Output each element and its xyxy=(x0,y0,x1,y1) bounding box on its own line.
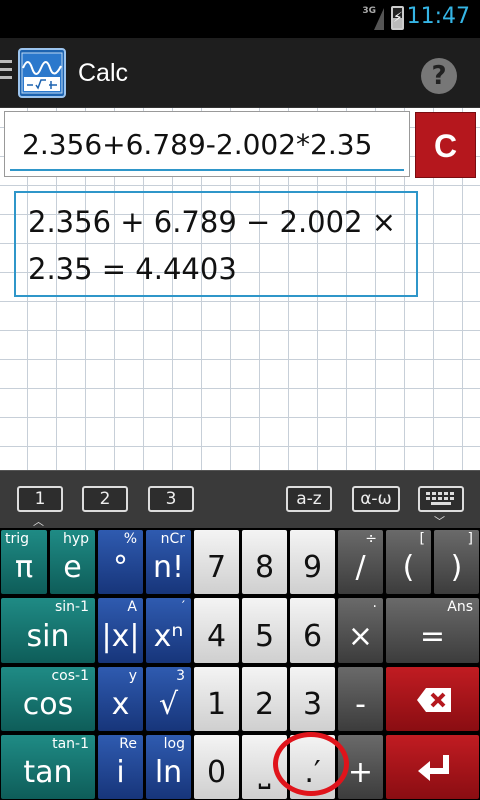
chevron-down-icon: ﹀ xyxy=(434,515,445,528)
key-x[interactable]: yx xyxy=(97,666,144,732)
help-button[interactable]: ? xyxy=(421,58,457,94)
action-bar xyxy=(0,38,480,108)
key-pi[interactable]: trig π xyxy=(0,529,48,595)
key-factorial[interactable]: nCr n! xyxy=(145,529,192,595)
key-1[interactable]: 1 xyxy=(193,666,240,732)
key-4[interactable]: 4 xyxy=(193,597,240,664)
key-6[interactable]: 6 xyxy=(289,597,336,664)
key-3[interactable]: 3 xyxy=(289,666,336,732)
keyboard-toggle-icon[interactable] xyxy=(418,486,464,512)
keyboard-tab-2[interactable]: 2 xyxy=(82,486,128,512)
key-sin[interactable]: sin-1 sin xyxy=(0,597,96,664)
key-equals[interactable]: Ans = xyxy=(385,597,480,664)
enter-button[interactable] xyxy=(385,734,480,800)
highlight-circle xyxy=(273,732,349,796)
key-i[interactable]: Re i xyxy=(97,734,144,800)
key-7[interactable]: 7 xyxy=(193,529,240,595)
key-power[interactable]: ′ xⁿ xyxy=(145,597,192,664)
chevron-up-icon: ︿ xyxy=(33,515,44,528)
key-e[interactable]: hyp e xyxy=(49,529,96,595)
result-line-2: 2.35 = 4.4403 xyxy=(28,252,237,286)
keyboard-tab-3[interactable]: 3 xyxy=(148,486,194,512)
clock: 11:47 xyxy=(406,4,470,29)
battery-icon: ⚡ xyxy=(391,6,404,30)
app-title: Calc xyxy=(78,59,129,87)
key-divide[interactable]: ÷ / xyxy=(337,529,384,595)
app-logo[interactable] xyxy=(18,48,66,98)
keyboard-tab-letters[interactable]: a-z xyxy=(286,486,332,512)
clear-button[interactable]: C xyxy=(415,112,476,178)
key-open-paren[interactable]: [( xyxy=(385,529,432,595)
menu-icon[interactable] xyxy=(0,60,12,84)
signal-icon xyxy=(374,8,384,30)
keyboard-tab-1[interactable]: 1 xyxy=(17,486,63,512)
key-tan[interactable]: tan-1 tan xyxy=(0,734,96,800)
key-9[interactable]: 9 xyxy=(289,529,336,595)
backspace-icon xyxy=(417,688,451,712)
input-underline xyxy=(10,169,404,171)
key-close-paren[interactable]: ]) xyxy=(433,529,480,595)
key-0[interactable]: 0 xyxy=(193,734,240,800)
enter-icon xyxy=(418,755,449,781)
result-line-1: 2.356 + 6.789 − 2.002 × xyxy=(28,205,397,239)
key-5[interactable]: 5 xyxy=(241,597,288,664)
key-2[interactable]: 2 xyxy=(241,666,288,732)
key-sqrt[interactable]: 3 √ xyxy=(145,666,192,732)
expression-text[interactable]: 2.356+6.789-2.002*2.35 xyxy=(22,128,402,161)
key-8[interactable]: 8 xyxy=(241,529,288,595)
key-minus[interactable]: - xyxy=(337,666,384,732)
key-multiply[interactable]: · × xyxy=(337,597,384,664)
keyboard-tab-bar xyxy=(0,470,480,528)
key-degree[interactable]: % ° xyxy=(97,529,144,595)
backspace-button[interactable] xyxy=(385,666,480,732)
key-cos[interactable]: cos-1 cos xyxy=(0,666,96,732)
key-abs[interactable]: A |x| xyxy=(97,597,144,664)
keyboard-tab-greek[interactable]: α-ω xyxy=(352,486,400,512)
key-ln[interactable]: log ln xyxy=(145,734,192,800)
